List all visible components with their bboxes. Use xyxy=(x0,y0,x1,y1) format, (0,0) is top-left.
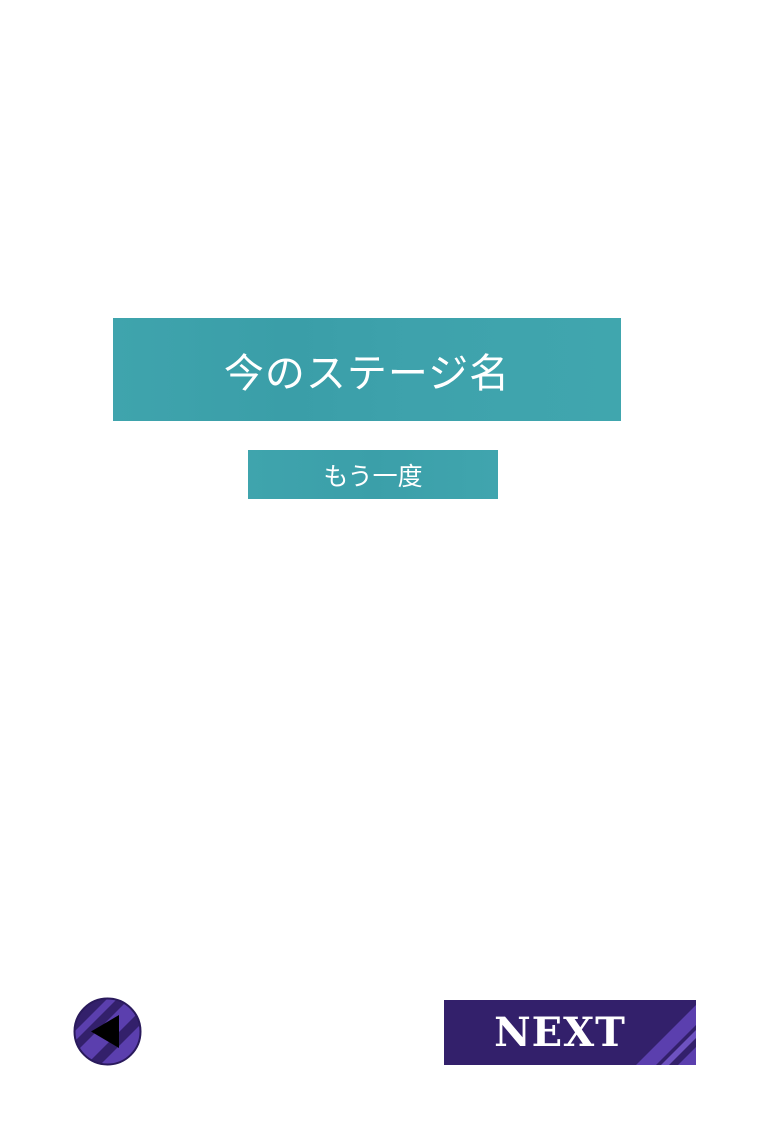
back-arrow-icon xyxy=(73,997,142,1066)
stage-title-banner: 今のステージ名 xyxy=(113,318,621,421)
stage-title: 今のステージ名 xyxy=(223,350,511,397)
retry-button[interactable]: もう一度 xyxy=(248,450,498,499)
next-button[interactable]: NEXT xyxy=(444,1000,696,1065)
retry-button-label: もう一度 xyxy=(323,461,423,491)
back-button[interactable] xyxy=(73,997,142,1066)
next-button-label: NEXT xyxy=(494,1009,626,1056)
next-stripes-decoration xyxy=(636,1005,696,1065)
